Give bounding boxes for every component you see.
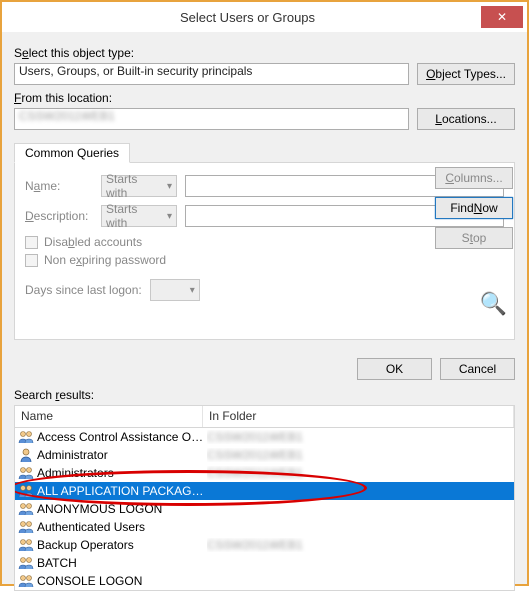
last-logon-select[interactable] [150,279,200,301]
object-type-label: Select this object type: [14,46,515,60]
row-name: Administrators [37,466,207,480]
row-folder: CSSW2011WEB1 [207,466,511,480]
table-row[interactable]: ALL APPLICATION PACKAGES [15,482,514,500]
col-folder-header[interactable]: In Folder [203,406,514,427]
checkbox-icon [25,236,38,249]
stop-button[interactable]: Stop [435,227,513,249]
columns-button[interactable]: Columns... [435,167,513,189]
user-icon [18,447,34,463]
locations-button[interactable]: Locations... [417,108,515,130]
row-name: Backup Operators [37,538,207,552]
table-row[interactable]: Backup OperatorsCSSW2011WEB1 [15,536,514,554]
row-name: Access Control Assistance Opera... [37,430,207,444]
group-icon [18,465,34,481]
group-icon [18,501,34,517]
dialog-content: Select this object type: Users, Groups, … [2,32,527,584]
table-row[interactable]: AdministratorsCSSW2011WEB1 [15,464,514,482]
cancel-button[interactable]: Cancel [440,358,515,380]
title-bar: Select Users or Groups ✕ [2,2,527,32]
ok-button[interactable]: OK [357,358,432,380]
name-label: Name: [25,179,93,193]
search-results-label: Search results: [14,388,515,402]
table-row[interactable]: CONSOLE LOGON [15,572,514,590]
row-folder: CSSW2011WEB1 [207,538,511,552]
row-name: Administrator [37,448,207,462]
group-icon [18,519,34,535]
row-name: Authenticated Users [37,520,207,534]
close-button[interactable]: ✕ [481,6,523,28]
table-row[interactable]: AdministratorCSSW2011WEB1 [15,446,514,464]
checkbox-icon [25,254,38,267]
row-name: ANONYMOUS LOGON [37,502,207,516]
find-now-button[interactable]: Find Now [435,197,513,219]
tab-common-queries[interactable]: Common Queries [14,143,130,163]
search-icon: 🔍 [480,291,507,317]
table-row[interactable]: Access Control Assistance Opera...CSSW20… [15,428,514,446]
row-name: ALL APPLICATION PACKAGES [37,484,207,498]
object-type-field[interactable]: Users, Groups, or Built-in security prin… [14,63,409,85]
group-icon [18,483,34,499]
name-mode-select[interactable]: Starts with [101,175,177,197]
group-icon [18,537,34,553]
location-field[interactable]: CSSW2011WEB1 [14,108,409,130]
table-row[interactable]: Authenticated Users [15,518,514,536]
group-icon [18,573,34,589]
group-icon [18,429,34,445]
col-name-header[interactable]: Name [15,406,203,427]
action-row: OK Cancel [14,358,515,380]
last-logon-label: Days since last logon: [25,283,142,297]
disabled-accounts-checkbox[interactable]: Disabled accounts [25,235,504,249]
results-grid[interactable]: Access Control Assistance Opera...CSSW20… [14,427,515,591]
location-label: From this location: [14,91,515,105]
side-buttons: Columns... Find Now Stop [435,167,513,249]
table-row[interactable]: ANONYMOUS LOGON [15,500,514,518]
desc-mode-select[interactable]: Starts with [101,205,177,227]
row-folder: CSSW2011WEB1 [207,430,511,444]
table-row[interactable]: BATCH [15,554,514,572]
object-types-button[interactable]: Object Types... [417,63,515,85]
row-folder: CSSW2011WEB1 [207,448,511,462]
close-icon: ✕ [497,10,507,24]
results-header: Name In Folder [14,405,515,427]
group-icon [18,555,34,571]
desc-label: Description: [25,209,93,223]
non-expiring-checkbox[interactable]: Non expiring password [25,253,504,267]
window-title: Select Users or Groups [14,10,481,25]
row-name: BATCH [37,556,207,570]
